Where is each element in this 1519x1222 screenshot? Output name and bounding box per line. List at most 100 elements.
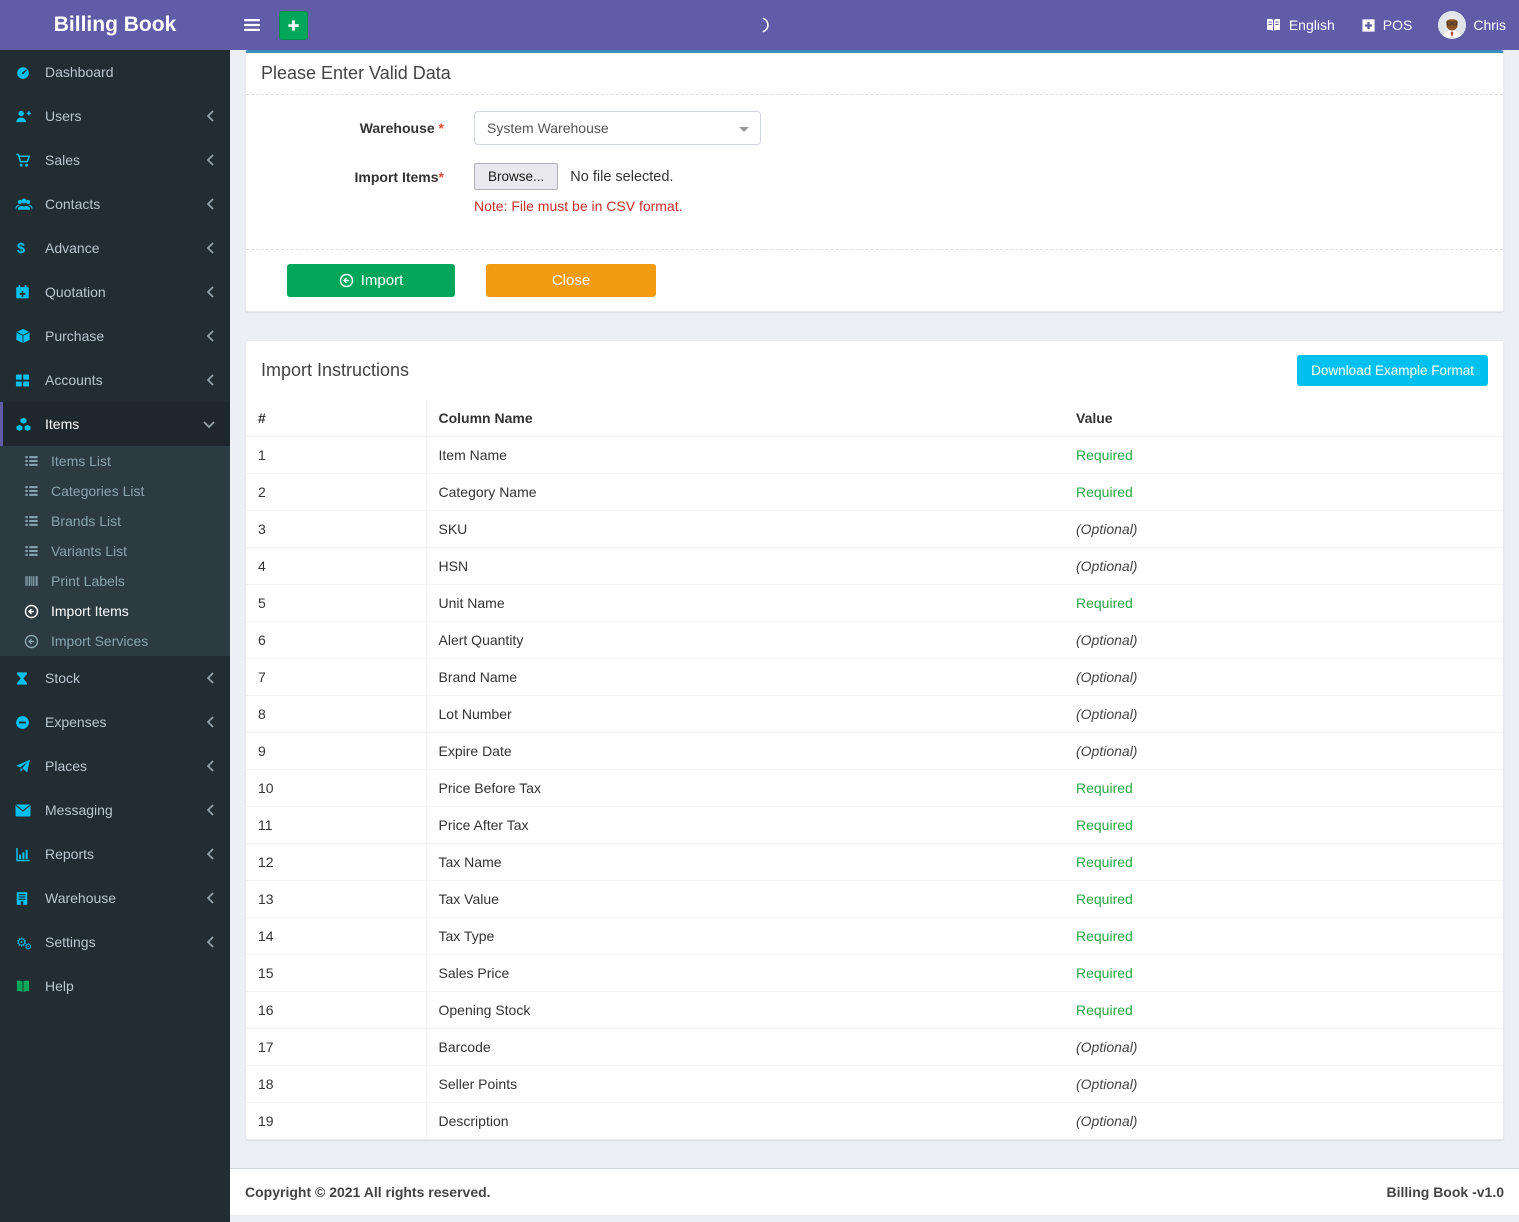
table-row: 3 SKU (Optional)	[246, 510, 1503, 548]
chevron-left-icon	[206, 374, 215, 386]
submenu-item-label: Variants List	[51, 543, 127, 559]
download-example-button[interactable]: Download Example Format	[1297, 355, 1488, 386]
sidebar-menu: Dashboard Users Sales Contacts $ Advance Quota…	[0, 50, 230, 1008]
row-number: 4	[246, 547, 427, 585]
sidebar-link[interactable]: Messaging	[0, 788, 230, 832]
submenu-link[interactable]: Import Items	[0, 596, 230, 626]
column-name-cell: Barcode	[426, 1028, 1064, 1066]
sidebar-item-purchase: Purchase	[0, 314, 230, 358]
column-name-cell: Brand Name	[426, 658, 1064, 696]
sidebar-link[interactable]: Sales	[0, 138, 230, 182]
submenu-link[interactable]: Print Labels	[0, 566, 230, 596]
row-number: 14	[246, 917, 427, 955]
sidebar: Dashboard Users Sales Contacts $ Advance Quota…	[0, 50, 230, 1222]
arrow-circle-left-icon	[24, 634, 45, 649]
sidebar-item-label: Reports	[45, 846, 95, 862]
value-required: Required	[1064, 473, 1503, 511]
value-required: Required	[1064, 584, 1503, 622]
submenu-link[interactable]: Items List	[0, 446, 230, 476]
value-optional: (Optional)	[1064, 1102, 1503, 1139]
submenu-item-print-labels: Print Labels	[0, 566, 230, 596]
sidebar-item-settings: ⚙ ⚙ Settings	[0, 920, 230, 964]
submenu-item-import-services: Import Services	[0, 626, 230, 656]
file-status-text: No file selected.	[570, 168, 674, 185]
column-header: Value	[1076, 410, 1113, 426]
sidebar-link[interactable]: ⚙ ⚙ Settings	[0, 920, 230, 964]
sidebar-item-label: Settings	[45, 934, 96, 950]
table-row: 9 Expire Date (Optional)	[246, 732, 1503, 770]
language-label: English	[1288, 17, 1335, 33]
hamburger-icon	[244, 18, 260, 32]
avatar	[1438, 11, 1467, 39]
browse-file-button[interactable]: Browse...	[474, 163, 559, 190]
sidebar-item-users: Users	[0, 94, 230, 138]
value-optional: (Optional)	[1064, 510, 1503, 548]
plus-square-icon	[1361, 18, 1376, 33]
column-header: Column Name	[438, 410, 533, 426]
sidebar-item-label: Warehouse	[45, 890, 117, 906]
book-icon	[15, 979, 38, 994]
sidebar-item-label: Advance	[45, 240, 100, 256]
gears-icon: ⚙ ⚙	[15, 934, 38, 951]
column-name-cell: Seller Points	[426, 1065, 1064, 1103]
cart-icon	[15, 153, 38, 168]
pos-button[interactable]: POS	[1348, 0, 1426, 50]
sidebar-link[interactable]: Help	[0, 964, 230, 1008]
chart-icon	[15, 847, 38, 862]
import-button[interactable]: Import	[287, 264, 455, 297]
row-number: 9	[246, 732, 427, 770]
sidebar-toggle-button[interactable]	[230, 0, 274, 50]
barcode-icon	[24, 574, 45, 588]
close-button[interactable]: Close	[486, 264, 656, 297]
value-optional: (Optional)	[1064, 547, 1503, 585]
users-icon	[15, 197, 38, 212]
form-footer: Import Close	[246, 249, 1503, 311]
submenu-link[interactable]: Categories List	[0, 476, 230, 506]
sidebar-link[interactable]: Purchase	[0, 314, 230, 358]
submenu-link[interactable]: Import Services	[0, 626, 230, 656]
instructions-title: Import Instructions	[261, 360, 410, 380]
sidebar-link[interactable]: Expenses	[0, 700, 230, 744]
sidebar-link[interactable]: Quotation	[0, 270, 230, 314]
sidebar-link[interactable]: Places	[0, 744, 230, 788]
brand-logo[interactable]: Billing Book	[0, 0, 230, 50]
column-name-cell: Price Before Tax	[426, 769, 1064, 807]
table-row: 11 Price After Tax Required	[246, 806, 1503, 844]
instructions-header: Import Instructions Download Example For…	[246, 341, 1503, 400]
submenu-item-brands-list: Brands List	[0, 506, 230, 536]
sidebar-item-label: Quotation	[45, 284, 106, 300]
sidebar-link[interactable]: Contacts	[0, 182, 230, 226]
column-name-cell: Tax Value	[426, 880, 1064, 918]
warehouse-select[interactable]: System Warehouse	[474, 111, 761, 145]
dark-mode-toggle[interactable]	[746, 0, 782, 50]
sidebar-link[interactable]: $ Advance	[0, 226, 230, 270]
table-row: 2 Category Name Required	[246, 473, 1503, 511]
table-row: 15 Sales Price Required	[246, 954, 1503, 992]
sidebar-link[interactable]: Dashboard	[0, 50, 230, 94]
grid-icon	[15, 373, 38, 388]
sidebar-link[interactable]: Accounts	[0, 358, 230, 402]
submenu-item-categories-list: Categories List	[0, 476, 230, 506]
quick-add-button[interactable]	[279, 10, 308, 40]
row-number: 1	[246, 436, 427, 474]
sidebar-link[interactable]: Reports	[0, 832, 230, 876]
value-required: Required	[1064, 954, 1503, 992]
column-name-cell: Category Name	[426, 473, 1064, 511]
column-name-cell: Alert Quantity	[426, 621, 1064, 659]
building-icon	[15, 891, 38, 906]
table-row: 6 Alert Quantity (Optional)	[246, 621, 1503, 659]
submenu-link[interactable]: Brands List	[0, 506, 230, 536]
sidebar-link[interactable]: Stock	[0, 656, 230, 700]
chevron-left-icon	[206, 286, 215, 298]
language-menu[interactable]: English	[1252, 0, 1348, 50]
sidebar-link[interactable]: Warehouse	[0, 876, 230, 920]
sidebar-link[interactable]: Users	[0, 94, 230, 138]
envelope-icon	[15, 804, 38, 817]
sidebar-link[interactable]: Items	[0, 402, 230, 446]
column-name-cell: Tax Type	[426, 917, 1064, 955]
sidebar-item-quotation: Quotation	[0, 270, 230, 314]
submenu-link[interactable]: Variants List	[0, 536, 230, 566]
import-items-label: Import Items*	[354, 169, 444, 185]
user-menu[interactable]: Chris	[1425, 0, 1519, 50]
value-optional: (Optional)	[1064, 1065, 1503, 1103]
